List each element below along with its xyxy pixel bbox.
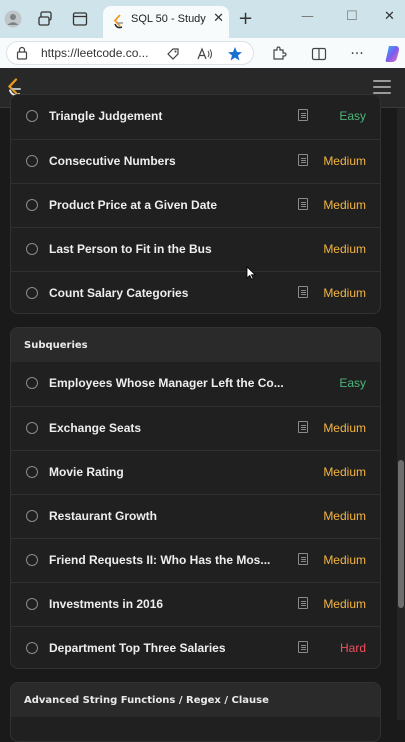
minimize-icon[interactable]: — <box>301 9 314 24</box>
problem-title[interactable]: Consecutive Numbers <box>49 154 176 168</box>
problem-row[interactable]: Investments in 2016 Medium <box>11 582 380 626</box>
problem-row[interactable]: Friend Requests II: Who Has the Mos... Me… <box>11 538 380 582</box>
status-circle-icon <box>26 422 38 434</box>
problem-row[interactable]: Department Top Three Salaries Hard <box>11 626 380 668</box>
difficulty-label: Medium <box>323 198 366 212</box>
status-circle-icon <box>26 243 38 255</box>
problem-row[interactable]: Exchange Seats Medium <box>11 406 380 450</box>
problem-title[interactable]: Triangle Judgement <box>49 109 162 123</box>
leetcode-favicon-icon <box>113 14 123 29</box>
difficulty-label: Easy <box>339 376 366 390</box>
group-heading[interactable]: Subqueries <box>11 328 380 362</box>
note-icon[interactable] <box>298 198 308 210</box>
close-tab-icon[interactable]: ✕ <box>213 11 224 26</box>
browser-tab-strip: SQL 50 - Study Pl ✕ + — ☐ ✕ <box>0 0 405 38</box>
group-heading[interactable]: Advanced String Functions / Regex / Clau… <box>11 683 380 717</box>
status-circle-icon <box>26 466 38 478</box>
problem-title[interactable]: Last Person to Fit in the Bus <box>49 242 212 256</box>
note-icon[interactable] <box>298 597 308 609</box>
status-circle-icon <box>26 510 38 522</box>
problem-title[interactable]: Exchange Seats <box>49 421 141 435</box>
problem-row[interactable]: Movie Rating Medium <box>11 450 380 494</box>
lock-icon[interactable] <box>16 46 28 60</box>
difficulty-label: Easy <box>339 109 366 123</box>
problem-group-card-subqueries: Subqueries Employees Whose Manager Left … <box>10 327 381 669</box>
browser-tab-active[interactable]: SQL 50 - Study Pl ✕ <box>103 6 229 38</box>
status-circle-icon <box>26 554 38 566</box>
problem-row[interactable]: Employees Whose Manager Left the Co... Ea… <box>11 362 380 406</box>
problem-row[interactable]: Restaurant Growth Medium <box>11 494 380 538</box>
status-circle-icon <box>26 642 38 654</box>
note-icon[interactable] <box>298 553 308 565</box>
difficulty-label: Medium <box>323 597 366 611</box>
tab-actions-icon[interactable] <box>69 8 91 30</box>
more-options-icon[interactable]: ··· <box>348 45 366 63</box>
problem-group-card-advanced-string: Advanced String Functions / Regex / Clau… <box>10 682 381 742</box>
problem-title[interactable]: Restaurant Growth <box>49 509 157 523</box>
problem-row[interactable]: Count Salary Categories Medium <box>11 271 380 313</box>
close-window-icon[interactable]: ✕ <box>384 9 395 24</box>
split-screen-icon[interactable] <box>310 45 328 63</box>
difficulty-label: Medium <box>323 154 366 168</box>
note-icon[interactable] <box>298 641 308 653</box>
tag-icon[interactable] <box>165 46 181 62</box>
scrollbar-track[interactable] <box>397 108 405 720</box>
problem-title[interactable]: Movie Rating <box>49 465 124 479</box>
status-circle-icon <box>26 110 38 122</box>
difficulty-label: Medium <box>323 421 366 435</box>
problem-row[interactable]: Last Person to Fit in the Bus Medium <box>11 227 380 271</box>
note-icon[interactable] <box>298 109 308 121</box>
note-icon[interactable] <box>298 154 308 166</box>
menu-icon[interactable] <box>373 80 391 94</box>
url-text[interactable]: https://leetcode.co... <box>41 46 148 60</box>
problem-title[interactable]: Product Price at a Given Date <box>49 198 217 212</box>
status-circle-icon <box>26 377 38 389</box>
problem-title[interactable]: Count Salary Categories <box>49 286 188 300</box>
note-icon[interactable] <box>298 421 308 433</box>
status-circle-icon <box>26 155 38 167</box>
read-aloud-icon[interactable] <box>197 46 213 62</box>
status-circle-icon <box>26 199 38 211</box>
difficulty-label: Medium <box>323 286 366 300</box>
problem-title[interactable]: Employees Whose Manager Left the Co... <box>49 376 284 390</box>
profile-icon[interactable] <box>2 8 24 30</box>
copilot-icon[interactable] <box>382 43 404 65</box>
difficulty-label: Medium <box>323 509 366 523</box>
status-circle-icon <box>26 598 38 610</box>
difficulty-label: Medium <box>323 465 366 479</box>
difficulty-label: Hard <box>339 641 366 655</box>
difficulty-label: Medium <box>323 242 366 256</box>
problem-row[interactable]: Consecutive Numbers Medium <box>11 139 380 183</box>
note-icon[interactable] <box>298 286 308 298</box>
extensions-icon[interactable] <box>270 45 288 63</box>
mouse-cursor-icon <box>246 266 256 280</box>
new-tab-icon[interactable]: + <box>238 8 253 29</box>
workspaces-icon[interactable] <box>35 8 57 30</box>
address-toolbar: https://leetcode.co... ··· <box>0 38 405 68</box>
problem-row[interactable]: Triangle Judgement Easy <box>11 95 380 139</box>
scrollbar-thumb[interactable] <box>398 460 404 608</box>
problem-group-card: Triangle Judgement Easy Consecutive Number… <box>10 94 381 314</box>
maximize-icon[interactable]: ☐ <box>346 9 358 24</box>
problem-title[interactable]: Investments in 2016 <box>49 597 163 611</box>
difficulty-label: Medium <box>323 553 366 567</box>
status-circle-icon <box>26 287 38 299</box>
problem-title[interactable]: Friend Requests II: Who Has the Mos... <box>49 553 270 567</box>
address-bar[interactable]: https://leetcode.co... <box>6 41 254 65</box>
favorite-star-icon[interactable] <box>227 46 243 62</box>
tab-title: SQL 50 - Study Pl <box>131 13 209 25</box>
problem-title[interactable]: Department Top Three Salaries <box>49 641 226 655</box>
problem-row[interactable]: Product Price at a Given Date Medium <box>11 183 380 227</box>
